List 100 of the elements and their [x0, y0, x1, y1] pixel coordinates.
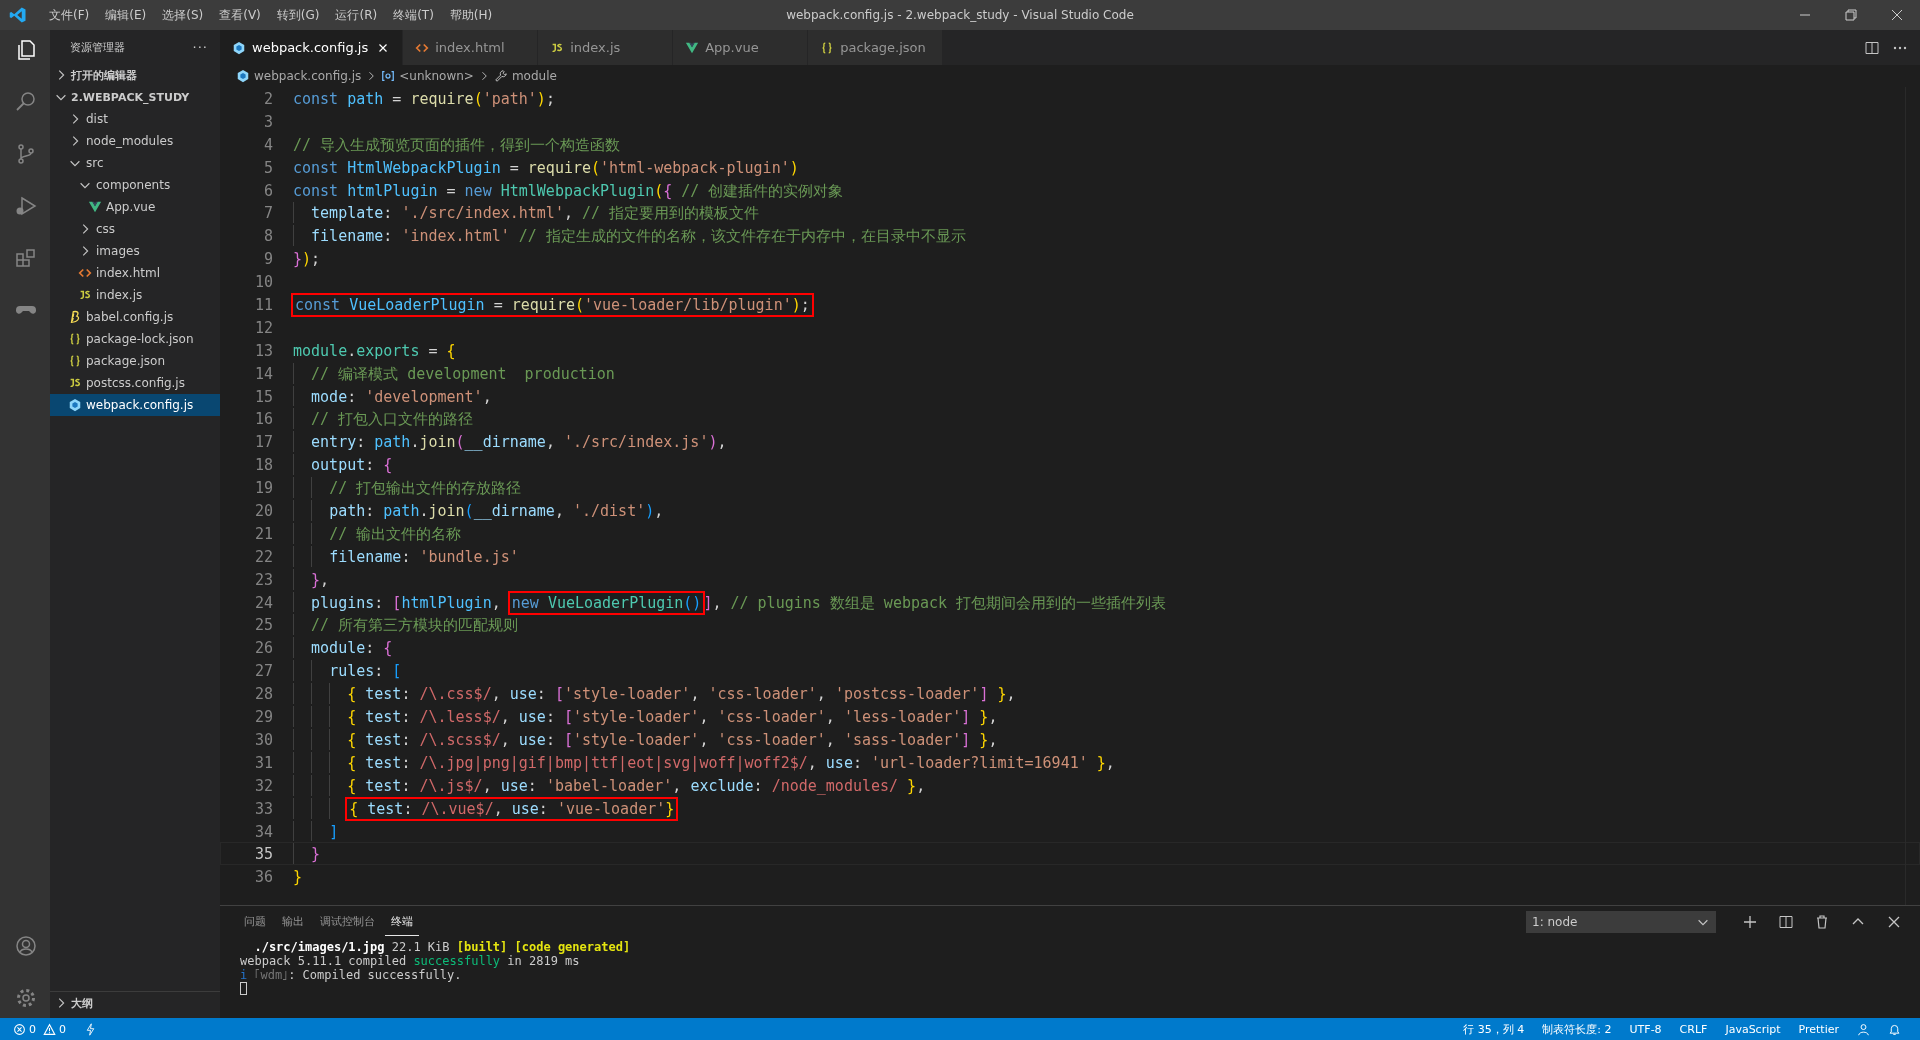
run-debug-icon[interactable]	[14, 194, 38, 218]
vscode-logo-icon[interactable]	[9, 6, 27, 24]
folder-item[interactable]: node_modules	[50, 130, 220, 152]
line-number: 32	[253, 775, 273, 796]
warning-icon[interactable]	[43, 1022, 56, 1036]
status-item[interactable]: 行 35，列 4	[1463, 1021, 1525, 1037]
folder-item[interactable]: images	[50, 240, 220, 262]
status-item[interactable]: CRLF	[1679, 1022, 1708, 1036]
split-terminal-icon[interactable]	[1778, 914, 1794, 930]
account-icon[interactable]	[14, 934, 38, 958]
line-number: 13	[253, 340, 273, 361]
file-item[interactable]: package.json	[50, 350, 220, 372]
folder-item[interactable]: dist	[50, 108, 220, 130]
code-line: entry: path.join(__dirname, './src/index.js'),	[293, 431, 727, 453]
warning-count[interactable]: 0	[59, 1022, 66, 1036]
settings-icon[interactable]	[14, 986, 38, 1010]
status-item[interactable]: JavaScript	[1725, 1022, 1781, 1036]
vue-icon	[88, 200, 102, 214]
sidebar-title: 资源管理器	[70, 39, 125, 55]
line-number: 36	[253, 867, 273, 888]
status-item[interactable]: 制表符长度: 2	[1542, 1021, 1612, 1037]
file-item[interactable]: package-lock.json	[50, 328, 220, 350]
folder-item[interactable]: src	[50, 152, 220, 174]
panel-tab[interactable]: 输出	[276, 908, 310, 936]
error-count[interactable]: 0	[29, 1022, 36, 1036]
code-line: }	[293, 843, 321, 865]
panel-tab[interactable]: 终端	[385, 908, 419, 936]
trash-icon[interactable]	[1814, 914, 1830, 930]
line-number: 31	[253, 752, 273, 773]
line-number: 6	[262, 180, 273, 201]
bell-icon[interactable]	[1888, 1022, 1901, 1036]
js-file-icon	[78, 288, 92, 302]
code-line: { test: /\.vue$/, use: 'vue-loader'}	[293, 797, 677, 819]
error-icon[interactable]	[13, 1022, 26, 1036]
file-item[interactable]: babel.config.js	[50, 306, 220, 328]
status-item[interactable]: Prettier	[1798, 1022, 1839, 1036]
menu-item[interactable]: 编辑(E)	[97, 6, 155, 24]
line-number: 10	[253, 272, 273, 292]
panel-tab[interactable]: 问题	[238, 908, 272, 936]
editor-tab[interactable]: index.js	[538, 30, 674, 65]
lightning-icon[interactable]	[84, 1022, 97, 1036]
file-item[interactable]: index.html	[50, 262, 220, 284]
menu-item[interactable]: 选择(S)	[154, 6, 212, 24]
menu-item[interactable]: 帮助(H)	[441, 6, 501, 24]
editor-tab[interactable]: webpack.config.js	[220, 30, 404, 65]
terminal-cursor	[240, 982, 247, 995]
close-icon[interactable]	[1886, 914, 1902, 930]
menu-item[interactable]: 查看(V)	[211, 6, 269, 24]
line-number: 28	[253, 684, 273, 705]
code-line: },	[293, 568, 330, 590]
code-line: // 编译模式 development production	[293, 362, 615, 384]
folder-item[interactable]: css	[50, 218, 220, 240]
terminal-line: webpack 5.11.1 compiled successfully in 2819 ms	[240, 954, 581, 968]
line-number: 24	[253, 592, 273, 613]
breadcrumb-item[interactable]: <unknown>	[399, 69, 474, 83]
plus-icon[interactable]	[1742, 914, 1758, 930]
menu-item[interactable]: 运行(R)	[327, 6, 386, 24]
section-header[interactable]: 打开的编辑器	[50, 64, 220, 86]
file-item[interactable]: App.vue	[50, 196, 220, 218]
split-editor-icon[interactable]	[1864, 39, 1880, 56]
folder-item[interactable]: components	[50, 174, 220, 196]
breadcrumb-item[interactable]: webpack.config.js	[254, 69, 362, 83]
line-number: 21	[253, 523, 273, 544]
section-header[interactable]: 2.WEBPACK_STUDY	[50, 86, 220, 108]
terminal-dropdown[interactable]: 1: node	[1526, 911, 1716, 933]
breadcrumb-item[interactable]: module	[511, 69, 557, 83]
line-number: 33	[253, 798, 273, 819]
person-icon[interactable]	[1857, 1022, 1870, 1036]
code-line: { test: /\.js$/, use: 'babel-loader', exclude: /node_modules/ },	[293, 774, 926, 796]
code-line: module.exports = {	[293, 340, 456, 361]
line-number: 3	[262, 111, 273, 132]
line-number: 34	[253, 821, 273, 842]
code-line: // 导入生成预览页面的插件，得到一个构造函数	[293, 134, 621, 155]
vue-icon	[685, 40, 700, 55]
file-item[interactable]: postcss.config.js	[50, 372, 220, 394]
code-line: rules: [	[293, 660, 402, 682]
code-line: { test: /\.jpg|png|gif|bmp|ttf|eot|svg|woff|woff2$/, use: 'url-loader?limit=16941' },	[293, 751, 1115, 773]
line-number: 15	[253, 386, 273, 407]
line-number: 27	[253, 661, 273, 682]
menu-item[interactable]: 文件(F)	[41, 6, 98, 24]
editor-tab[interactable]: App.vue	[673, 30, 809, 65]
editor-tab[interactable]: package.json	[808, 30, 944, 65]
code-line: filename: 'index.html' // 指定生成的文件的名称，该文件存在于内存中，在目录中不显示	[293, 225, 966, 247]
line-number: 12	[253, 317, 273, 338]
line-number: 8	[262, 226, 273, 247]
panel-tab[interactable]: 调试控制台	[314, 908, 381, 936]
code-line: // 所有第三方模块的匹配规则	[293, 614, 519, 636]
line-number: 29	[253, 707, 273, 727]
menu-item[interactable]: 终端(T)	[385, 6, 442, 24]
file-item[interactable]: webpack.config.js	[50, 394, 220, 416]
line-number: 2	[262, 89, 273, 109]
line-number: 11	[253, 295, 273, 315]
status-item[interactable]: UTF-8	[1629, 1022, 1662, 1036]
file-item[interactable]: index.js	[50, 284, 220, 306]
extensions-icon[interactable]	[14, 246, 38, 270]
menu-item[interactable]: 转到(G)	[268, 6, 328, 24]
wrench-icon	[493, 69, 508, 83]
editor-tab[interactable]: index.html	[403, 30, 539, 65]
more-actions-button[interactable]: ···	[192, 39, 208, 55]
curly-braces-icon	[68, 354, 82, 368]
